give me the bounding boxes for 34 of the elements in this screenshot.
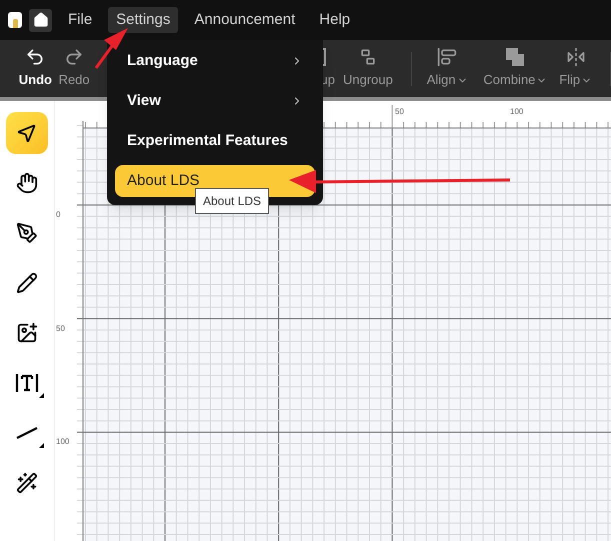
menu-item[interactable]: File <box>60 7 100 33</box>
hand-icon <box>16 172 38 194</box>
undo-icon <box>25 47 46 68</box>
image-add-icon <box>16 322 38 344</box>
annotation-arrow <box>94 28 128 69</box>
options-indicator-icon <box>39 443 44 448</box>
home-button[interactable] <box>29 8 52 32</box>
menu-option[interactable]: View <box>115 85 315 117</box>
ruler-label: 0 <box>56 209 60 221</box>
app-logo <box>8 12 22 28</box>
select-tool-button[interactable] <box>6 112 48 154</box>
ruler-label: 100 <box>56 436 70 448</box>
menu-item[interactable]: Settings <box>108 7 178 33</box>
menu-item[interactable]: Help <box>311 7 358 33</box>
line-icon <box>16 426 38 440</box>
menu-item[interactable]: Announcement <box>186 7 304 33</box>
redo-icon <box>64 47 84 68</box>
tooltip: About LDS <box>195 188 270 214</box>
align-icon <box>437 47 458 68</box>
ruler-label: 50 <box>395 106 404 118</box>
pointer-icon <box>16 122 38 144</box>
ruler-label: 100 <box>510 106 524 118</box>
text-tool-icon <box>15 372 39 394</box>
undo-button[interactable]: Undo <box>16 47 55 90</box>
combine-icon <box>505 47 526 68</box>
menu-option[interactable]: Experimental Features <box>115 125 315 157</box>
ruler-label: 50 <box>56 322 65 335</box>
pen-icon <box>16 222 38 244</box>
options-indicator-icon <box>39 393 44 398</box>
magic-wand-icon <box>16 472 38 494</box>
flip-icon <box>566 47 586 68</box>
menu-option[interactable]: Language <box>115 45 315 77</box>
pencil-icon <box>16 272 38 294</box>
home-icon <box>32 12 48 28</box>
